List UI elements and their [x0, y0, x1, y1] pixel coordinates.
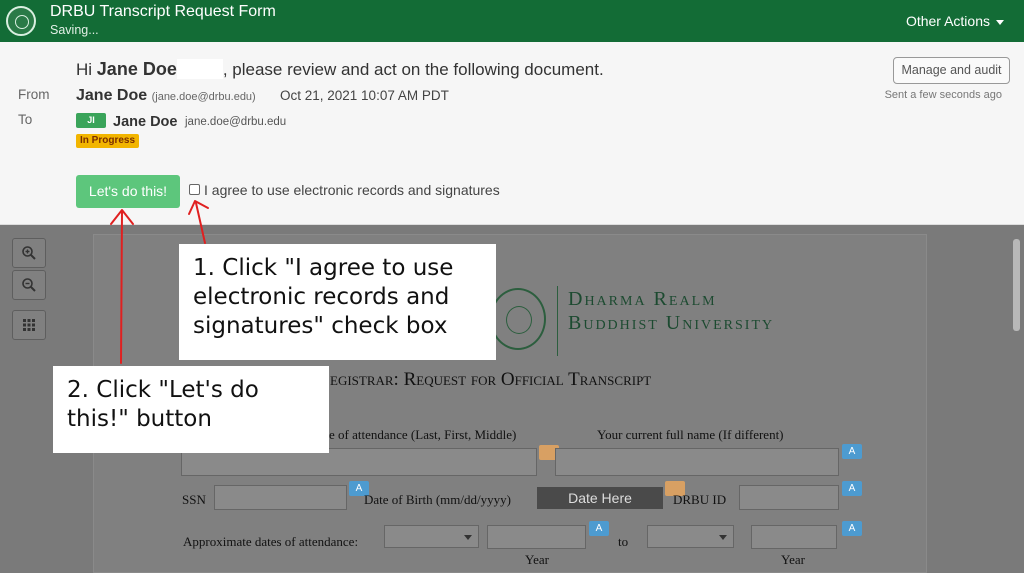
- arrow-to-checkbox: [195, 202, 206, 244]
- annotation-arrows: [110, 200, 209, 364]
- arrow-to-go-button: [120, 211, 123, 364]
